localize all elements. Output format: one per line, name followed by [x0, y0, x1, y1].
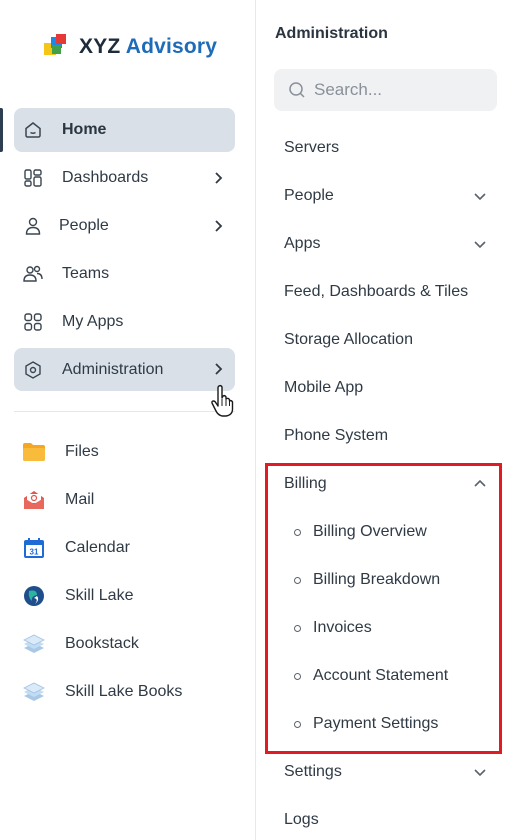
bookstack-icon: [22, 632, 46, 656]
app-item-label: Bookstack: [65, 635, 139, 652]
chevron-right-icon: [215, 172, 223, 184]
app-item-skill-lake-books[interactable]: Skill Lake Books: [14, 672, 235, 712]
sidebar-item-label: Administration: [62, 360, 164, 378]
menu-item-storage-allocation[interactable]: Storage Allocation: [284, 320, 499, 360]
menu-item-label: People: [284, 187, 334, 204]
brand-logo[interactable]: XYZ Advisory: [44, 34, 217, 60]
app-item-label: Skill Lake Books: [65, 683, 183, 700]
menu-item-label: Phone System: [284, 427, 389, 444]
menu-item-label: Settings: [284, 763, 342, 780]
home-icon: [22, 119, 44, 141]
search-icon: [289, 82, 305, 98]
chevron-down-icon: [474, 193, 486, 201]
app-item-label: Skill Lake: [65, 587, 134, 604]
hand-cursor-icon: [211, 384, 234, 417]
app-item-files[interactable]: Files: [14, 432, 235, 472]
chevron-down-icon: [474, 769, 486, 777]
apps-grid-icon: [22, 311, 44, 333]
search-box[interactable]: [274, 69, 497, 111]
app-item-label: Files: [65, 443, 99, 460]
brand-name-advisory: Advisory: [125, 35, 218, 58]
search-input[interactable]: [314, 80, 494, 100]
menu-item-label: Logs: [284, 811, 319, 828]
sidebar-item-administration[interactable]: Administration: [14, 348, 235, 391]
menu-item-label: Mobile App: [284, 379, 364, 396]
dashboards-icon: [22, 167, 44, 189]
menu-item-people[interactable]: People: [284, 176, 499, 216]
app-item-bookstack[interactable]: Bookstack: [14, 624, 235, 664]
svg-text:31: 31: [30, 548, 39, 557]
mail-icon: [22, 488, 46, 512]
admin-hexagon-icon: [22, 359, 44, 381]
menu-item-mobile-app[interactable]: Mobile App: [284, 368, 499, 408]
sidebar-item-my-apps[interactable]: My Apps: [14, 301, 235, 343]
sidebar-item-label: People: [59, 217, 109, 234]
chevron-down-icon: [474, 241, 486, 249]
menu-item-logs[interactable]: Logs: [284, 800, 499, 840]
sidebar-item-label: Dashboards: [62, 169, 149, 186]
sidebar-item-label: My Apps: [62, 313, 124, 330]
chevron-right-icon: [215, 220, 223, 232]
menu-item-settings[interactable]: Settings: [284, 752, 499, 792]
skill-lake-icon: [22, 584, 46, 608]
left-sidebar: XYZ Advisory Home Dashboards People Team…: [0, 0, 255, 840]
app-item-label: Calendar: [65, 539, 130, 556]
sidebar-item-people[interactable]: People: [14, 205, 235, 247]
chevron-right-icon: [215, 363, 223, 375]
menu-item-label: Servers: [284, 139, 340, 156]
app-item-skill-lake[interactable]: Skill Lake: [14, 576, 235, 616]
sidebar-item-home[interactable]: Home: [14, 108, 235, 152]
menu-item-feed-dashboards-tiles[interactable]: Feed, Dashboards & Tiles: [284, 272, 499, 312]
calendar-icon: 31: [22, 536, 46, 560]
teams-icon: [22, 263, 44, 285]
brand-name-xyz: XYZ: [79, 35, 121, 58]
menu-item-label: Storage Allocation: [284, 331, 413, 348]
menu-item-servers[interactable]: Servers: [284, 128, 499, 168]
menu-item-phone-system[interactable]: Phone System: [284, 416, 499, 456]
sidebar-item-teams[interactable]: Teams: [14, 253, 235, 295]
sidebar-item-label: Teams: [62, 265, 110, 282]
sidebar-item-dashboards[interactable]: Dashboards: [14, 157, 235, 199]
active-indicator: [0, 108, 3, 152]
menu-item-label: Apps: [284, 235, 321, 252]
app-item-label: Mail: [65, 491, 95, 508]
app-item-calendar[interactable]: 31 Calendar: [14, 528, 235, 568]
panel-title: Administration: [275, 25, 388, 42]
brand-logo-icon: [44, 34, 70, 60]
sidebar-item-label: Home: [62, 121, 107, 138]
person-icon: [22, 215, 44, 237]
menu-item-label: Feed, Dashboards & Tiles: [284, 283, 469, 300]
sidebar-divider: [14, 411, 235, 412]
bookstack-icon: [22, 680, 46, 704]
billing-highlight-box: [265, 463, 502, 754]
folder-icon: [22, 440, 46, 464]
menu-item-apps[interactable]: Apps: [284, 224, 499, 264]
app-item-mail[interactable]: Mail: [14, 480, 235, 520]
